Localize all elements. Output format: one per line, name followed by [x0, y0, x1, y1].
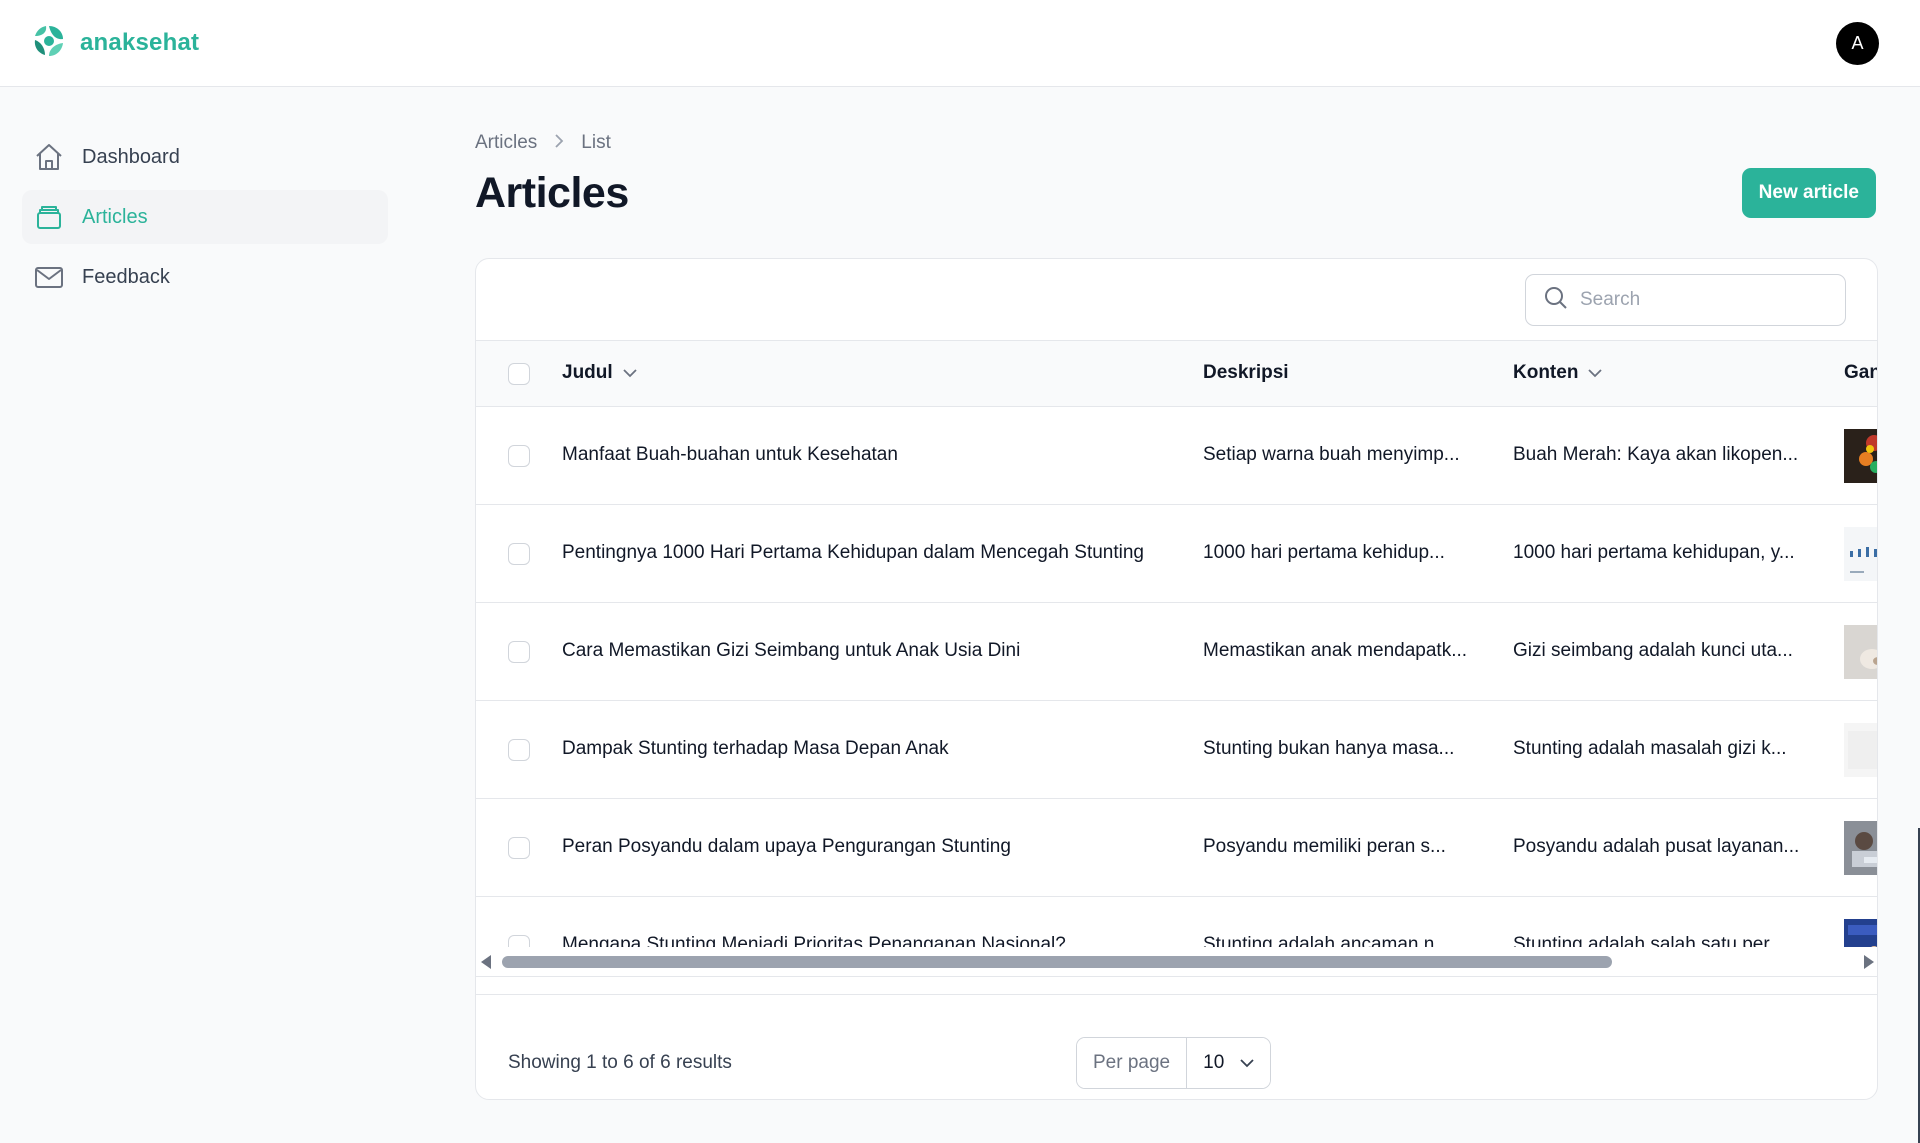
- search-box[interactable]: [1525, 274, 1846, 326]
- cell-deskripsi: Posyandu memiliki peran s...: [1203, 836, 1446, 857]
- brand[interactable]: anaksehat: [32, 24, 199, 63]
- column-label: Deskripsi: [1203, 362, 1289, 383]
- cell-judul: Manfaat Buah-buahan untuk Kesehatan: [562, 444, 898, 465]
- search-input[interactable]: [1580, 289, 1820, 311]
- cell-deskripsi: Setiap warna buah menyimp...: [1203, 444, 1460, 465]
- per-page-value: 10: [1203, 1052, 1225, 1073]
- table: Judul Deskripsi Konten Gan Manfaat Buah-…: [476, 341, 1877, 1023]
- sidebar: Dashboard Articles Feedback: [22, 130, 388, 310]
- column-header-gambar: Gan: [1844, 362, 1877, 384]
- column-label: Konten: [1513, 362, 1579, 383]
- logo-icon: [32, 24, 66, 63]
- breadcrumb-articles-link[interactable]: Articles: [475, 132, 537, 154]
- table-header: Judul Deskripsi Konten Gan: [476, 341, 1877, 407]
- table-row[interactable]: Dampak Stunting terhadap Masa Depan Anak…: [476, 701, 1877, 799]
- sidebar-item-feedback[interactable]: Feedback: [22, 250, 388, 304]
- row-checkbox[interactable]: [508, 739, 530, 761]
- column-label: Gan: [1844, 362, 1877, 383]
- articles-table-card: Judul Deskripsi Konten Gan Manfaat Buah-…: [475, 258, 1878, 1100]
- horizontal-scrollbar[interactable]: [476, 947, 1877, 977]
- cell-konten: Stunting adalah masalah gizi k...: [1513, 738, 1787, 759]
- cell-konten: Gizi seimbang adalah kunci uta...: [1513, 640, 1793, 661]
- per-page-select[interactable]: 10: [1187, 1038, 1271, 1088]
- table-toolbar: [476, 259, 1877, 341]
- scroll-right-arrow-icon[interactable]: [1864, 955, 1874, 969]
- chevron-down-icon: [1588, 362, 1603, 384]
- chevron-right-icon: [553, 132, 565, 154]
- article-thumbnail: [1844, 625, 1877, 679]
- page-header: Articles New article: [475, 168, 1877, 218]
- article-thumbnail: [1844, 723, 1877, 777]
- cell-deskripsi: Stunting bukan hanya masa...: [1203, 738, 1455, 759]
- article-thumbnail: [1844, 429, 1877, 483]
- cell-konten: 1000 hari pertama kehidupan, y...: [1513, 542, 1795, 563]
- per-page-control: Per page 10: [1076, 1037, 1272, 1089]
- sidebar-item-label: Dashboard: [82, 145, 180, 168]
- table-row[interactable]: Manfaat Buah-buahan untuk Kesehatan Seti…: [476, 407, 1877, 505]
- sidebar-item-dashboard[interactable]: Dashboard: [22, 130, 388, 184]
- article-thumbnail: [1844, 527, 1877, 581]
- column-label: Judul: [562, 362, 613, 383]
- page-title: Articles: [475, 168, 629, 217]
- table-row[interactable]: Pentingnya 1000 Hari Pertama Kehidupan d…: [476, 505, 1877, 603]
- table-footer: Showing 1 to 6 of 6 results Per page 10: [476, 1023, 1877, 1099]
- column-header-konten[interactable]: Konten: [1513, 362, 1823, 384]
- row-checkbox[interactable]: [508, 445, 530, 467]
- box-icon: [34, 202, 64, 232]
- cell-deskripsi: Memastikan anak mendapatk...: [1203, 640, 1468, 661]
- column-header-judul[interactable]: Judul: [562, 362, 1182, 384]
- row-checkbox[interactable]: [508, 641, 530, 663]
- select-all-checkbox[interactable]: [508, 363, 530, 385]
- article-thumbnail: [1844, 821, 1877, 875]
- table-row[interactable]: Cara Memastikan Gizi Seimbang untuk Anak…: [476, 603, 1877, 701]
- cell-judul: Cara Memastikan Gizi Seimbang untuk Anak…: [562, 640, 1021, 661]
- cell-judul: Pentingnya 1000 Hari Pertama Kehidupan d…: [562, 542, 1144, 563]
- table-row[interactable]: Peran Posyandu dalam upaya Pengurangan S…: [476, 799, 1877, 897]
- home-icon: [34, 142, 64, 172]
- new-article-button[interactable]: New article: [1741, 168, 1876, 218]
- sidebar-item-articles[interactable]: Articles: [22, 190, 388, 244]
- chevron-down-icon: [1240, 1052, 1254, 1074]
- scrollbar-thumb[interactable]: [502, 956, 1612, 968]
- cell-judul: Dampak Stunting terhadap Masa Depan Anak: [562, 738, 949, 759]
- row-checkbox[interactable]: [508, 543, 530, 565]
- top-bar: anaksehat A: [0, 0, 1920, 87]
- column-header-deskripsi: Deskripsi: [1203, 362, 1488, 384]
- cell-konten: Posyandu adalah pusat layanan...: [1513, 836, 1800, 857]
- chevron-down-icon: [623, 362, 637, 384]
- mail-icon: [34, 262, 64, 292]
- results-summary: Showing 1 to 6 of 6 results: [508, 1052, 732, 1073]
- per-page-label: Per page: [1077, 1038, 1188, 1088]
- cell-deskripsi: 1000 hari pertama kehidup...: [1203, 542, 1445, 563]
- avatar[interactable]: A: [1836, 21, 1879, 65]
- cell-judul: Peran Posyandu dalam upaya Pengurangan S…: [562, 836, 1011, 857]
- row-checkbox[interactable]: [508, 837, 530, 859]
- brand-name: anaksehat: [80, 29, 200, 56]
- sidebar-item-label: Feedback: [82, 265, 170, 288]
- breadcrumb: Articles List: [475, 128, 1877, 158]
- scroll-left-arrow-icon[interactable]: [481, 955, 491, 969]
- sidebar-item-label: Articles: [82, 205, 148, 228]
- main-content: Articles List Articles New article: [475, 128, 1877, 218]
- table-row[interactable]: Mengapa Stunting Menjadi Prioritas Penan…: [476, 897, 1877, 995]
- search-icon: [1544, 286, 1568, 315]
- cell-konten: Buah Merah: Kaya akan likopen...: [1513, 444, 1799, 465]
- breadcrumb-current: List: [581, 132, 611, 153]
